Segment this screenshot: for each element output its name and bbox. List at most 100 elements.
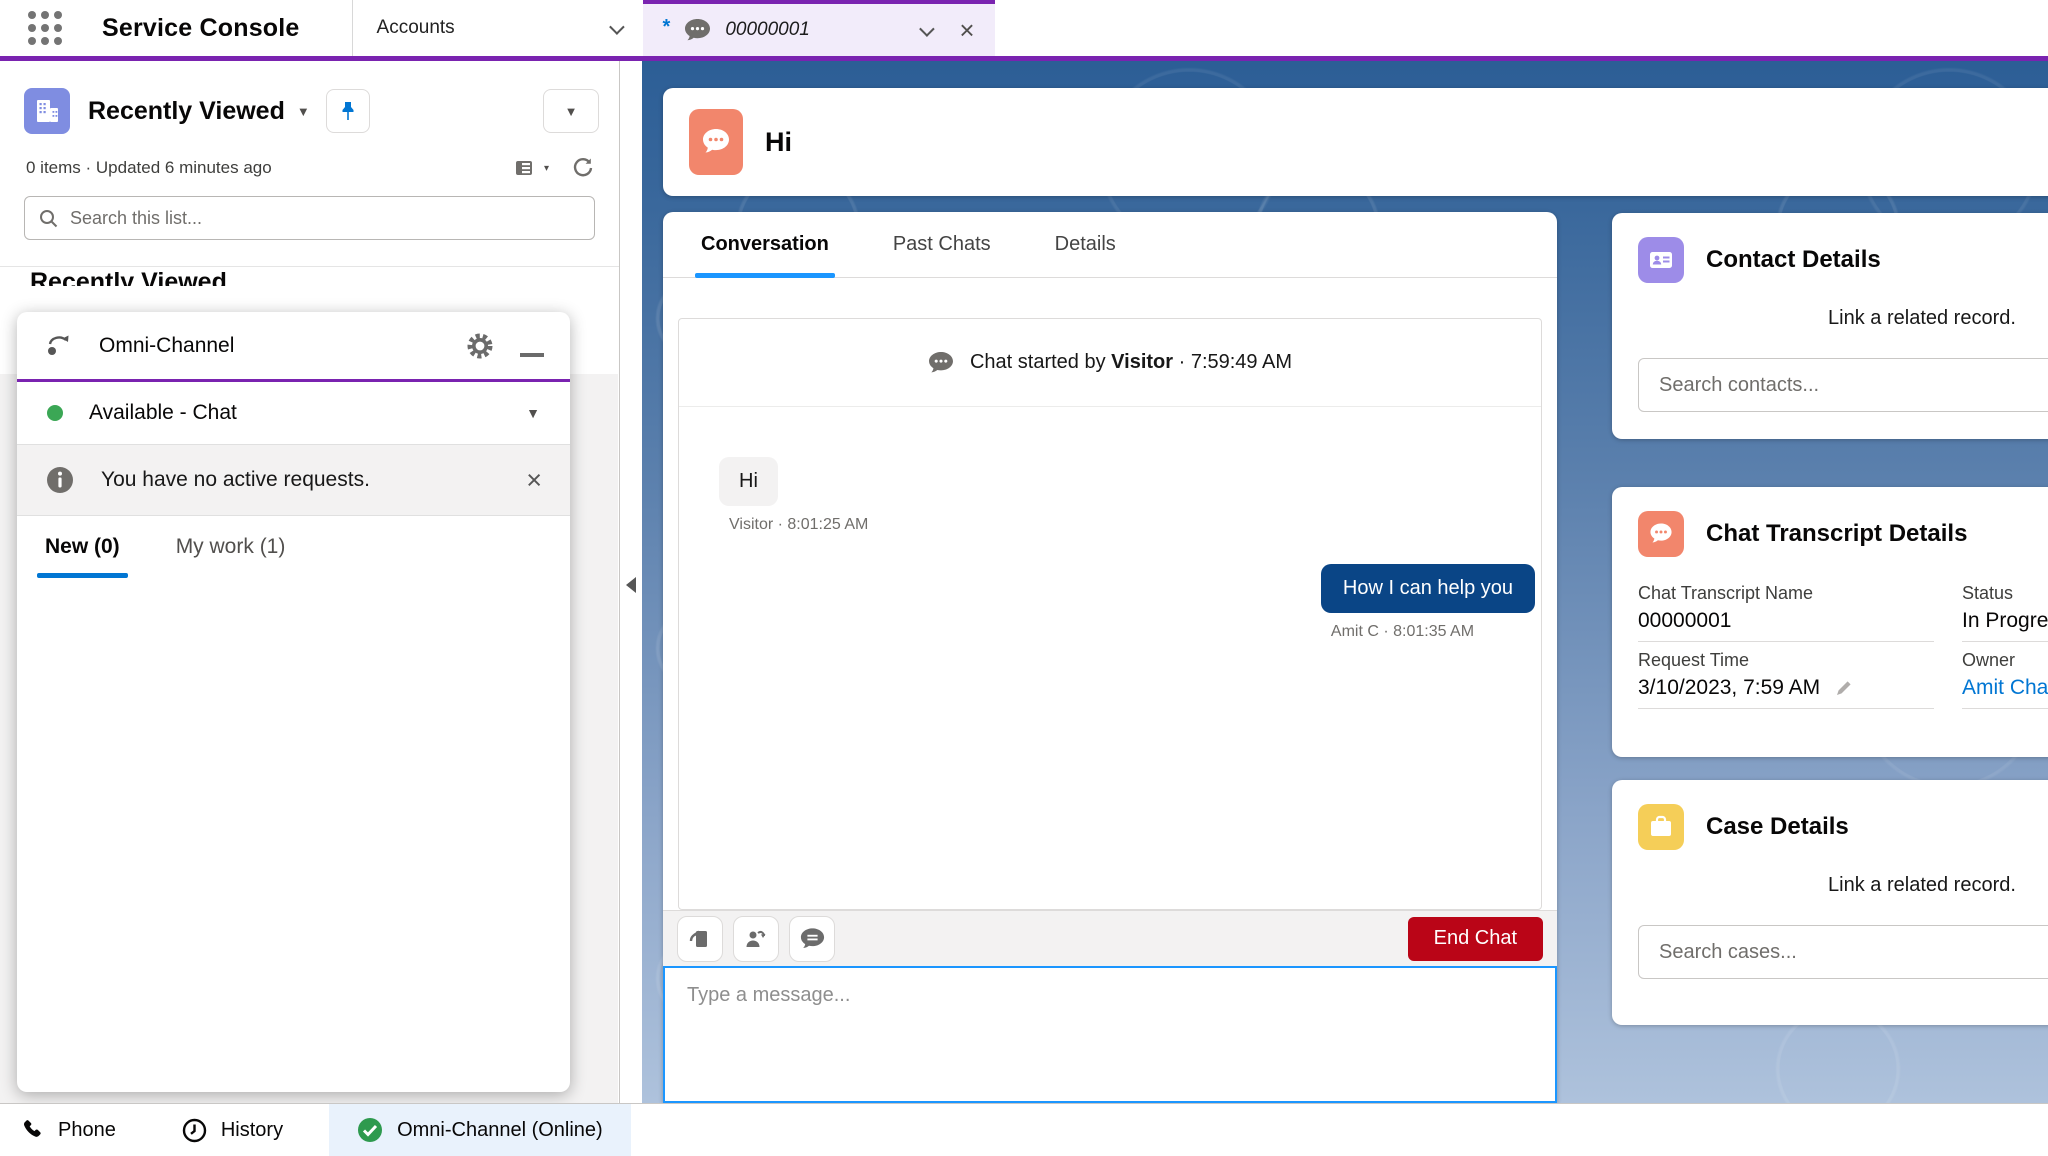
chevron-down-icon[interactable]	[919, 21, 935, 37]
transfer-agent-button[interactable]	[733, 916, 779, 962]
status-dot-icon	[47, 405, 63, 421]
info-icon	[45, 465, 75, 495]
raise-flag-button[interactable]	[677, 916, 723, 962]
field-owner: Owner Amit Cha	[1962, 650, 2048, 709]
message-meta: Amit C · 8:01:35 AM	[1321, 623, 1535, 641]
field-chat-transcript-name: Chat Transcript Name 00000001	[1638, 583, 1934, 642]
search-icon	[39, 209, 58, 228]
phone-icon	[20, 1118, 44, 1142]
refresh-icon[interactable]	[571, 156, 595, 180]
list-view-header: Recently Viewed ▼ ▼	[0, 61, 619, 134]
app-name: Service Console	[102, 14, 300, 43]
caret-down-icon[interactable]: ▼	[526, 405, 540, 421]
contact-search-input[interactable]	[1659, 374, 2048, 397]
omni-channel-icon	[43, 331, 75, 361]
list-view-meta: 0 items · Updated 6 minutes ago	[26, 158, 272, 178]
card-header: Contact Details	[1612, 237, 2048, 283]
omni-notice-bar: You have no active requests. ×	[17, 444, 570, 516]
field-request-time: Request Time 3/10/2023, 7:59 AM	[1638, 650, 1934, 709]
utility-omni-channel[interactable]: Omni-Channel (Online)	[329, 1104, 631, 1156]
briefcase-icon	[1638, 804, 1684, 850]
omni-tab-my-work[interactable]: My work (1)	[176, 516, 286, 578]
contact-search-box[interactable]	[1638, 358, 2048, 412]
record-header-card: Hi	[663, 88, 2048, 196]
edit-pencil-icon[interactable]	[1834, 678, 1854, 698]
omni-tab-new[interactable]: New (0)	[45, 516, 120, 578]
collapse-panel-handle[interactable]	[626, 577, 636, 593]
card-title: Contact Details	[1706, 246, 1881, 274]
work-tab-00000001[interactable]: * 00000001 ×	[643, 0, 995, 56]
owner-link[interactable]: Amit Cha	[1962, 676, 2048, 709]
message-composer-input[interactable]	[663, 966, 1557, 1103]
field-value: 00000001	[1638, 609, 1934, 642]
omni-panel-title: Omni-Channel	[99, 334, 234, 358]
chat-log-panel: Chat started by Visitor · 7:59:49 AM Hi …	[678, 318, 1542, 910]
card-header: Chat Transcript Details	[1612, 511, 2048, 557]
list-selector-caret-icon[interactable]: ▼	[297, 104, 310, 119]
link-record-text: Link a related record.	[1612, 874, 2048, 897]
building-icon	[24, 88, 70, 134]
chat-action-toolbar: End Chat	[663, 910, 1557, 966]
field-grid: Chat Transcript Name 00000001 Status In …	[1638, 583, 2048, 717]
chat-started-author: Visitor	[1111, 351, 1173, 373]
message-agent: How I can help you Amit C · 8:01:35 AM	[1321, 564, 1535, 641]
field-value: 3/10/2023, 7:59 AM	[1638, 676, 1820, 700]
caret-down-icon: ▾	[544, 163, 549, 174]
tab-conversation[interactable]: Conversation	[701, 212, 829, 277]
check-circle-icon	[357, 1117, 383, 1143]
message-visitor: Hi Visitor · 8:01:25 AM	[719, 457, 868, 534]
contact-card-icon	[1638, 237, 1684, 283]
omni-panel-header: Omni-Channel	[17, 312, 570, 382]
list-view-title[interactable]: Recently Viewed	[88, 97, 285, 126]
minimize-icon[interactable]	[520, 353, 544, 357]
contact-details-card: Contact Details Link a related record.	[1612, 213, 2048, 439]
list-search-input[interactable]	[70, 208, 580, 229]
case-search-box[interactable]	[1638, 925, 2048, 979]
end-chat-button[interactable]: End Chat	[1408, 917, 1543, 961]
panel-gutter	[620, 61, 642, 1103]
message-bubble: How I can help you	[1321, 564, 1535, 613]
chat-transcript-record-icon	[689, 109, 743, 175]
work-tab-label: 00000001	[725, 19, 810, 41]
chat-started-text: Chat started by Visitor · 7:59:49 AM	[970, 351, 1292, 374]
record-title: Hi	[765, 127, 792, 158]
chat-bubble-icon	[1638, 511, 1684, 557]
utility-label: History	[221, 1119, 283, 1142]
conversation-card: Conversation Past Chats Details Chat sta…	[663, 212, 1557, 1103]
close-icon[interactable]: ×	[959, 17, 974, 43]
chat-started-time: 7:59:49 AM	[1191, 351, 1292, 373]
display-as-button[interactable]: ▾	[514, 158, 549, 178]
nav-tab-accounts[interactable]: Accounts	[353, 0, 643, 56]
pin-list-button[interactable]	[326, 89, 370, 133]
chevron-down-icon[interactable]	[609, 19, 625, 35]
person-arrow-icon	[744, 927, 768, 951]
app-launcher-icon[interactable]	[28, 11, 62, 45]
field-value: In Progre	[1962, 609, 2048, 642]
list-search-box[interactable]	[24, 196, 595, 240]
transfer-file-icon	[688, 927, 712, 951]
chat-bubble-icon	[928, 351, 954, 374]
card-title: Chat Transcript Details	[1706, 520, 1967, 548]
utility-phone[interactable]: Phone	[16, 1104, 138, 1156]
close-icon[interactable]: ×	[526, 467, 542, 494]
main-workspace: Hi Conversation Past Chats Details Chat …	[642, 61, 2048, 1103]
case-search-input[interactable]	[1659, 941, 2048, 964]
tab-details[interactable]: Details	[1055, 212, 1116, 277]
caret-down-icon: ▼	[565, 104, 578, 119]
gear-icon[interactable]	[464, 330, 496, 362]
link-record-text: Link a related record.	[1612, 307, 2048, 330]
quick-text-button[interactable]	[789, 916, 835, 962]
list-view-controls-button[interactable]: ▼	[543, 89, 599, 133]
omni-status-row[interactable]: Available - Chat ▼	[17, 382, 570, 444]
active-tab-underline	[37, 573, 128, 578]
card-header: Case Details	[1612, 804, 2048, 850]
omni-tab-bar: New (0) My work (1)	[17, 516, 570, 578]
chat-started-row: Chat started by Visitor · 7:59:49 AM	[679, 319, 1541, 407]
utility-history[interactable]: History	[160, 1104, 305, 1156]
tab-past-chats[interactable]: Past Chats	[893, 212, 991, 277]
omni-notice-text: You have no active requests.	[101, 468, 370, 492]
omni-status-label: Available - Chat	[89, 401, 237, 425]
card-title: Case Details	[1706, 813, 1849, 841]
utility-bar: Phone History Omni-Channel (Online)	[0, 1103, 2048, 1156]
unsaved-indicator: *	[663, 16, 671, 39]
